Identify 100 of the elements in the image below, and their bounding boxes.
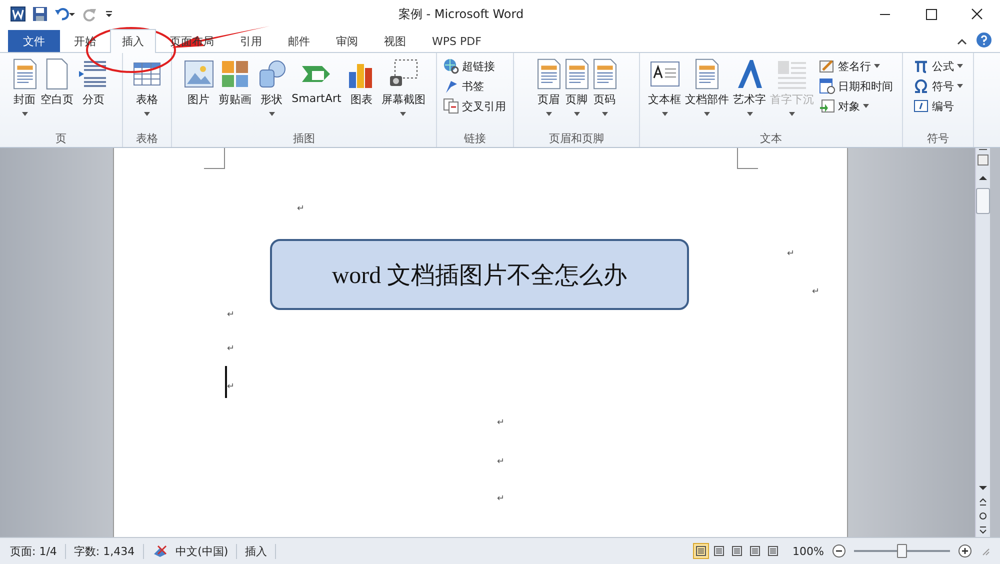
ribbon-button[interactable]: SmartArt [290,56,342,126]
drop-cap-icon [776,58,808,90]
ribbon-tab[interactable]: 插入 [110,29,156,53]
help-icon[interactable] [976,32,992,48]
zoom-slider-thumb[interactable] [897,544,907,558]
crop-mark [204,148,225,169]
signature-icon [819,58,835,74]
text-cursor [225,366,227,398]
group-label: 表格 [135,131,159,147]
dropdown-arrow-icon [574,112,580,116]
zoom-level-text[interactable]: 100% [792,544,824,558]
dropdown-arrow-icon [144,112,150,116]
ribbon-button[interactable]: 对象 [817,96,871,116]
group-label: 插图 [292,131,316,147]
ribbon-tab[interactable]: 文件 [8,30,60,52]
document-icon [564,58,588,90]
heading-text: word 文档插图片不全怎么办 [332,262,628,290]
ribbon-button[interactable]: 签名行 [817,56,882,76]
crop-mark [737,148,758,169]
ribbon-button[interactable]: 形状 [254,56,289,126]
paragraph-mark: ↵ [812,287,820,297]
dropdown-arrow-icon [789,112,795,116]
calendar-icon [819,78,835,94]
paragraph-mark: ↵ [227,344,235,354]
pi-icon [913,58,929,74]
ribbon-button[interactable]: 封面 [12,56,38,126]
ribbon-button[interactable]: 书签 [441,76,486,96]
status-text[interactable]: 字数: 1,434 [74,544,144,558]
view-mode-button[interactable] [692,543,709,559]
ribbon-tab[interactable]: 审阅 [324,30,370,52]
dropdown-arrow-icon [874,64,880,68]
number-icon [913,98,929,114]
dropdown-arrow-icon [863,104,869,108]
ribbon-button[interactable]: 表格 [130,56,164,126]
group-label: 符号 [926,131,950,147]
dropdown-arrow-icon [268,112,275,116]
paragraph-mark: ↵ [497,418,505,428]
resize-grip-icon [980,546,990,556]
document-icon [536,58,560,90]
dropdown-arrow-icon [662,112,668,116]
dropdown-arrow-icon [602,112,608,116]
word-logo-icon[interactable] [10,6,26,22]
dropdown-arrow-icon [400,112,406,116]
ribbon-button[interactable]: 艺术字 [732,56,767,126]
save-icon[interactable] [32,6,48,22]
ribbon-button[interactable]: 页眉 [536,56,562,126]
ribbon-tab[interactable]: 邮件 [276,30,322,52]
undo-icon[interactable] [54,6,76,22]
ribbon-button[interactable]: 公式 [911,56,965,76]
cross-reference-icon [443,98,459,114]
window-title: 案例 - Microsoft Word [397,6,525,22]
status-text[interactable]: 页面: 1/4 [10,544,66,558]
globe-link-icon [443,58,459,74]
scrollbar-thumb[interactable] [976,188,990,214]
status-text[interactable]: 中文(中国) [176,544,238,558]
ribbon-button[interactable]: 剪贴画 [218,56,253,126]
dropdown-arrow-icon [746,112,752,116]
document-icon [12,58,36,90]
paragraph-mark: ↵ [297,204,305,214]
group-label: 页 [54,131,68,147]
document-icon [592,58,616,90]
omega-icon [913,78,929,94]
ribbon-button[interactable]: 页脚 [564,56,590,126]
group-label: 页眉和页脚 [548,131,605,147]
ribbon-button[interactable]: 符号 [911,76,965,96]
ribbon-tab[interactable]: 视图 [372,30,418,52]
ribbon-button[interactable]: 图表 [344,56,378,126]
status-text[interactable]: 插入 [245,544,276,558]
proofing-icon[interactable] [152,544,168,558]
object-icon [819,98,835,114]
dropdown-arrow-icon [957,64,963,68]
document-icon [695,58,719,90]
ribbon-button[interactable]: 编号 [911,96,956,116]
ribbon-button[interactable]: 图片 [182,56,216,126]
zoom-in-icon[interactable] [958,544,972,558]
dropdown-arrow-icon [22,112,28,116]
paragraph-mark: ↵ [497,457,505,467]
paragraph-mark: ↵ [497,494,505,504]
paragraph-mark: ↵ [227,310,235,320]
ribbon-button[interactable]: 屏幕截图 [380,56,426,126]
dropdown-arrow-icon [704,112,710,116]
paragraph-mark: ↵ [787,249,795,259]
blank-page-icon [45,58,69,90]
ribbon-button[interactable]: 文档部件 [684,56,730,126]
ribbon-button[interactable]: 日期和时间 [817,76,895,96]
zoom-out-icon[interactable] [832,544,846,558]
dropdown-arrow-icon [546,112,552,116]
paragraph-mark: ↵ [227,382,235,392]
ribbon-button[interactable]: 页码 [592,56,618,126]
ribbon-button[interactable]: 分页 [76,56,110,126]
ribbon-tab[interactable]: WPS PDF [420,30,494,52]
dropdown-arrow-icon [957,84,963,88]
picture-icon [182,58,215,90]
ribbon-button[interactable]: 超链接 [441,56,497,76]
ribbon-button[interactable]: 交叉引用 [441,96,508,116]
ribbon-button[interactable]: 空白页 [40,56,74,126]
group-label: 文本 [759,131,783,147]
ribbon-button[interactable]: 文本框 [647,56,682,126]
ribbon-tab[interactable]: 引用 [228,30,274,52]
group-label: 链接 [463,131,487,147]
